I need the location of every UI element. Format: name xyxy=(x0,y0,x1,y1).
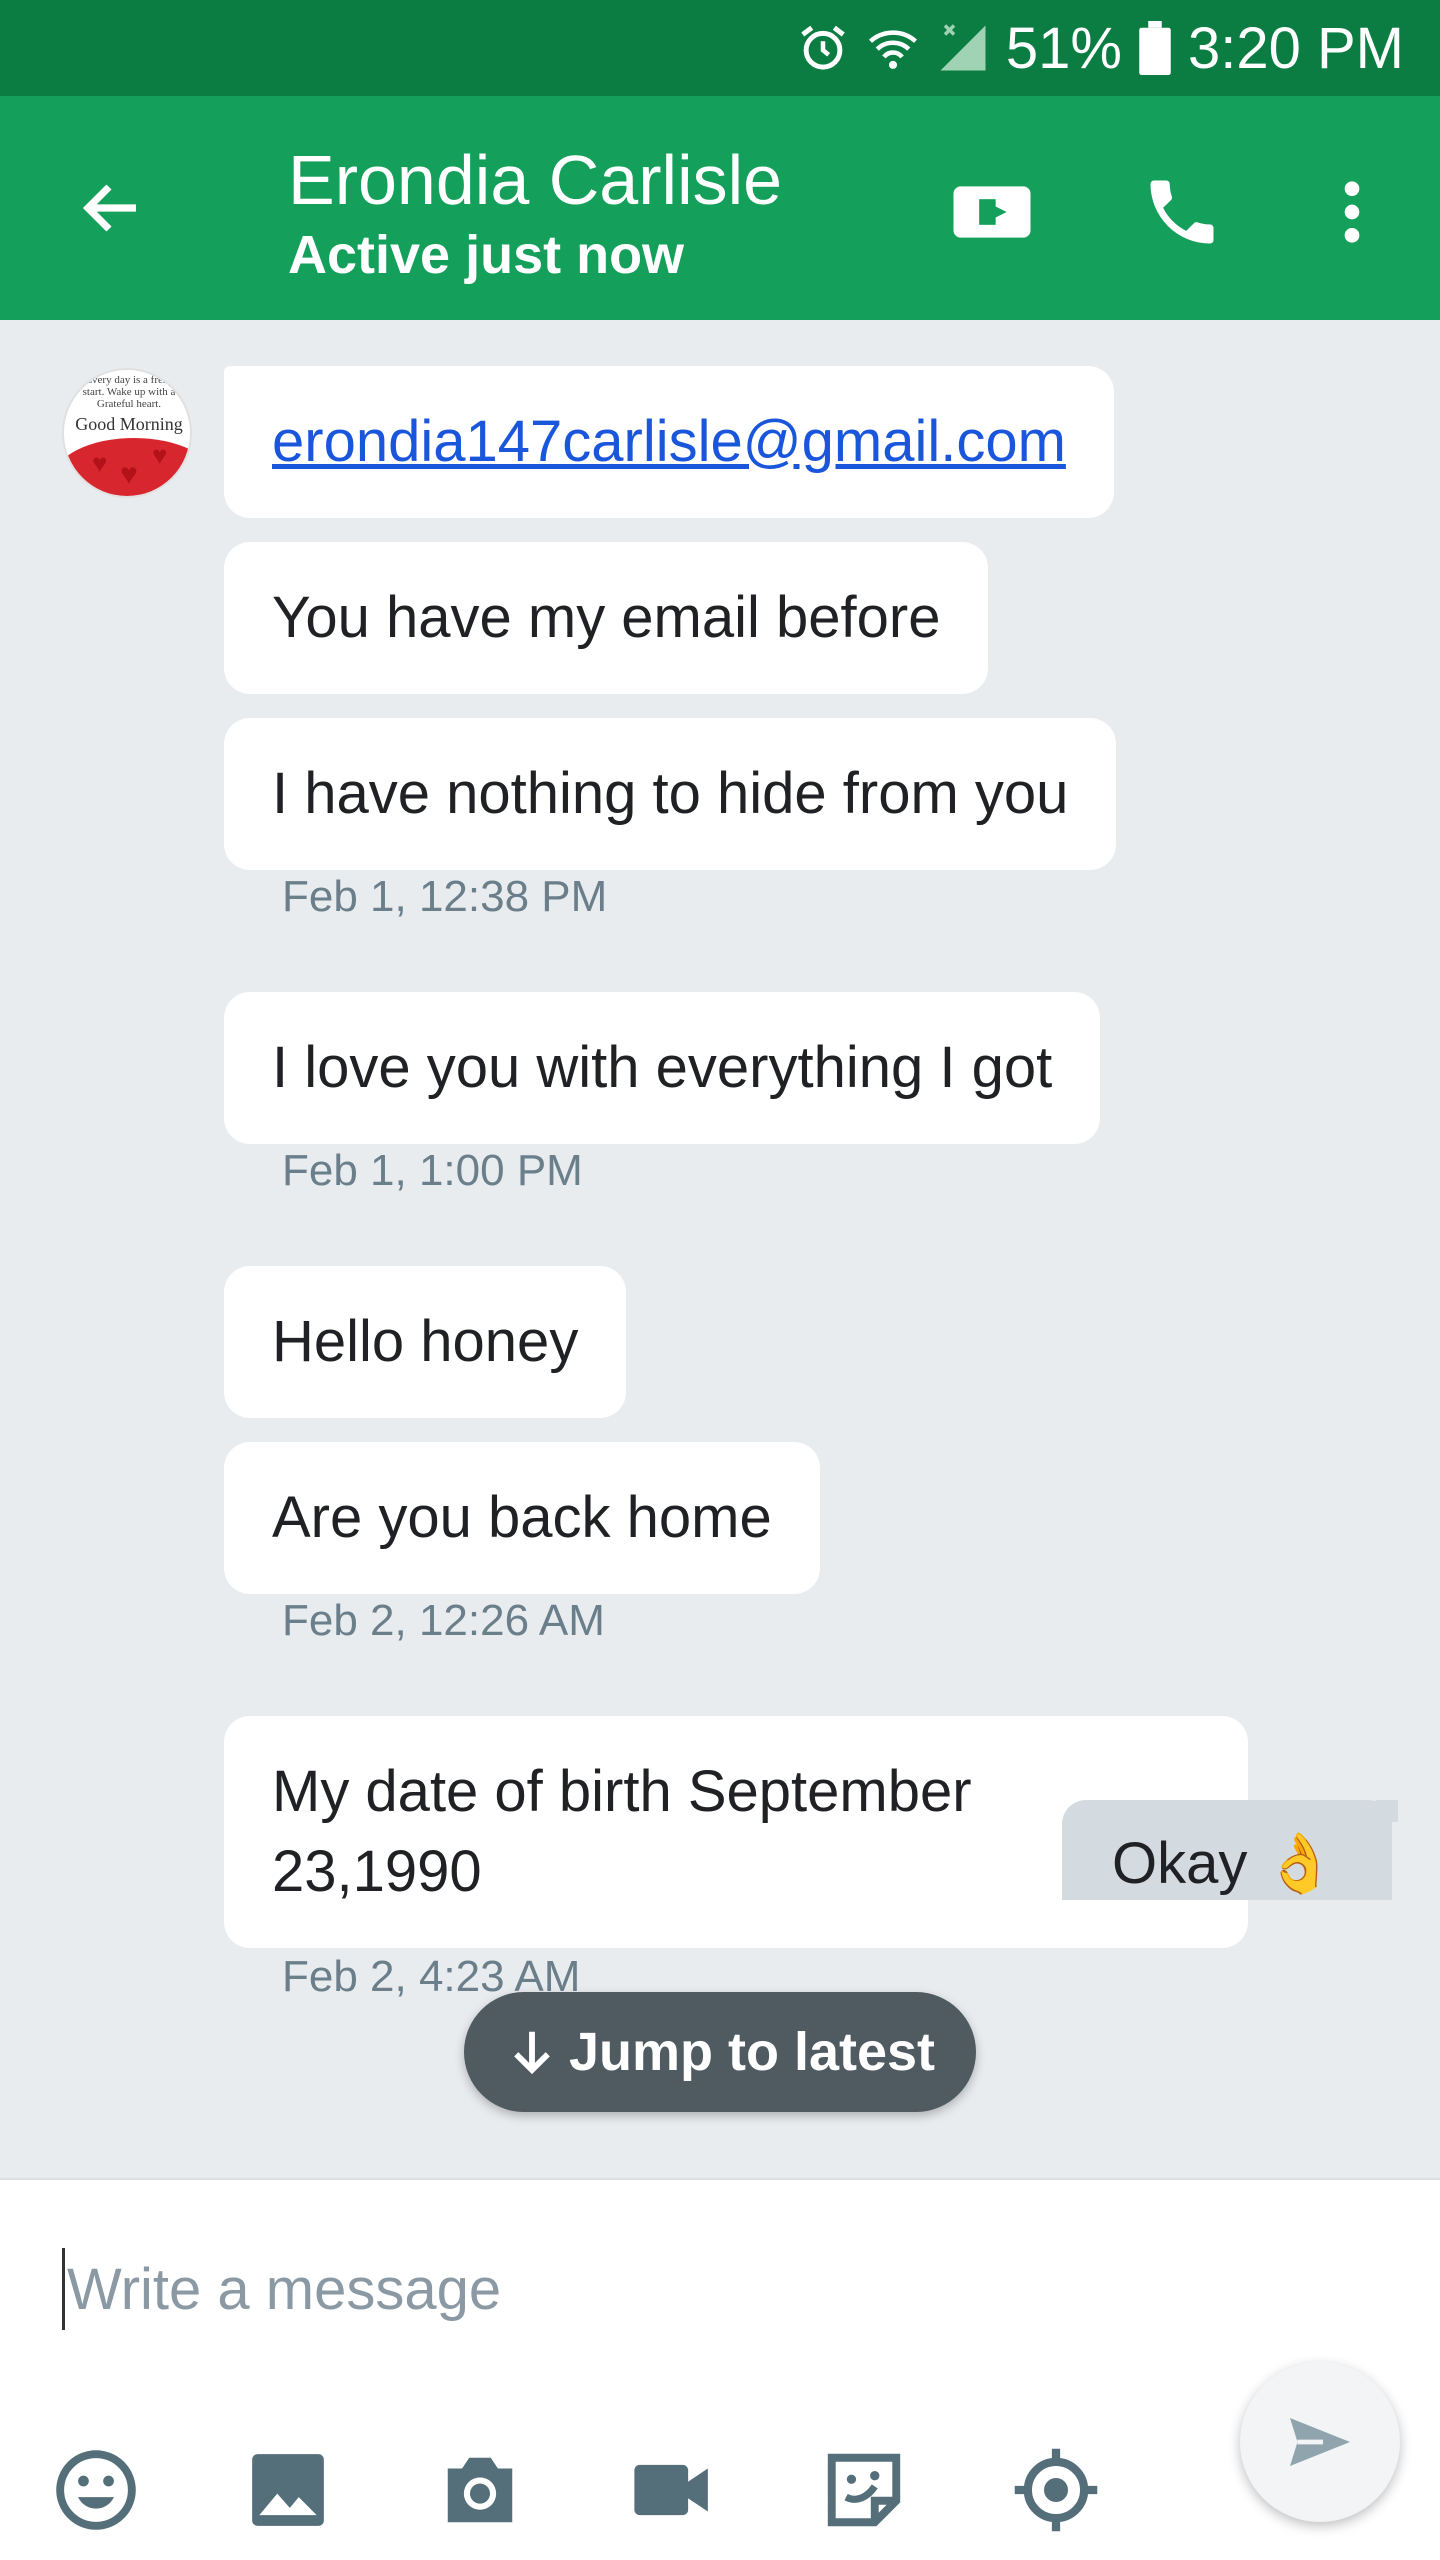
message-text: Okay xyxy=(1112,1831,1248,1896)
signal-icon xyxy=(936,21,990,75)
send-icon xyxy=(1290,2418,1350,2466)
more-vert-icon[interactable] xyxy=(1302,162,1402,262)
video-icon[interactable] xyxy=(622,2440,722,2540)
message-bubble[interactable]: I have nothing to hide from you xyxy=(224,718,1117,870)
heart-icon: ♥ xyxy=(120,458,138,491)
battery-percent: 51% xyxy=(1005,15,1122,81)
ok-hand-emoji: 👌 xyxy=(1263,1831,1336,1896)
message-text: Are you back home xyxy=(272,1485,772,1550)
avatar-title: Good Morning xyxy=(75,414,183,434)
heart-icon: ♥ xyxy=(152,440,168,470)
message-text: Hello honey xyxy=(272,1309,579,1374)
message-bubble[interactable]: Hello honey xyxy=(224,1266,627,1418)
message-bubble[interactable]: You have my email before xyxy=(224,542,989,694)
wifi-icon xyxy=(866,21,920,75)
camera-icon[interactable] xyxy=(430,2440,530,2540)
back-arrow-icon[interactable] xyxy=(66,162,158,254)
video-call-icon[interactable] xyxy=(942,162,1042,262)
phone-icon[interactable] xyxy=(1132,162,1232,262)
emoji-icon[interactable] xyxy=(46,2440,146,2540)
message-text: I have nothing to hide from you xyxy=(272,761,1069,826)
message-text: You have my email before xyxy=(272,585,941,650)
message-timestamp: Feb 1, 1:00 PM xyxy=(282,1146,583,1195)
composer-toolbar xyxy=(0,2440,1440,2550)
message-bubble[interactable]: erondia147carlisle@gmail.com xyxy=(224,366,1114,518)
outgoing-message-bubble[interactable]: Okay 👌 xyxy=(1062,1800,1398,1900)
message-input[interactable]: Write a message xyxy=(62,2244,1162,2334)
arrow-down-icon xyxy=(514,2031,550,2075)
status-bar: 51% 3:20 PM xyxy=(0,0,1440,96)
heart-icon: ♥ xyxy=(92,448,108,478)
message-composer: Write a message xyxy=(0,2178,1440,2560)
message-text: 23,1990 xyxy=(272,1839,482,1904)
message-timestamp: Feb 2, 12:26 AM xyxy=(282,1596,605,1645)
message-bubble[interactable]: I love you with everything I got xyxy=(224,992,1101,1144)
message-timestamp: Feb 1, 12:38 PM xyxy=(282,872,608,921)
contact-name[interactable]: Erondia Carlisle xyxy=(288,140,782,220)
conversation-header: Erondia Carlisle Active just now xyxy=(0,96,1440,320)
sticker-icon[interactable] xyxy=(814,2440,914,2540)
message-text: I love you with everything I got xyxy=(272,1035,1053,1100)
message-placeholder: Write a message xyxy=(67,2256,502,2322)
clock: 3:20 PM xyxy=(1188,15,1404,81)
jump-label: Jump to latest xyxy=(568,2022,936,2082)
image-icon[interactable] xyxy=(238,2440,338,2540)
battery-icon xyxy=(1138,21,1172,75)
avatar[interactable]: Every day is a fresh start. Wake up with… xyxy=(62,368,192,498)
jump-to-latest-button[interactable]: Jump to latest xyxy=(464,1992,976,2112)
avatar-caption: Every day is a fresh start. Wake up with… xyxy=(82,374,176,410)
message-bubble[interactable]: Are you back home xyxy=(224,1442,820,1594)
send-button[interactable] xyxy=(1240,2362,1400,2522)
location-icon[interactable] xyxy=(1006,2440,1106,2540)
presence-status: Active just now xyxy=(288,225,685,285)
email-link[interactable]: erondia147carlisle@gmail.com xyxy=(272,409,1066,474)
alarm-icon xyxy=(796,21,850,75)
message-text: My date of birth September xyxy=(272,1759,972,1824)
